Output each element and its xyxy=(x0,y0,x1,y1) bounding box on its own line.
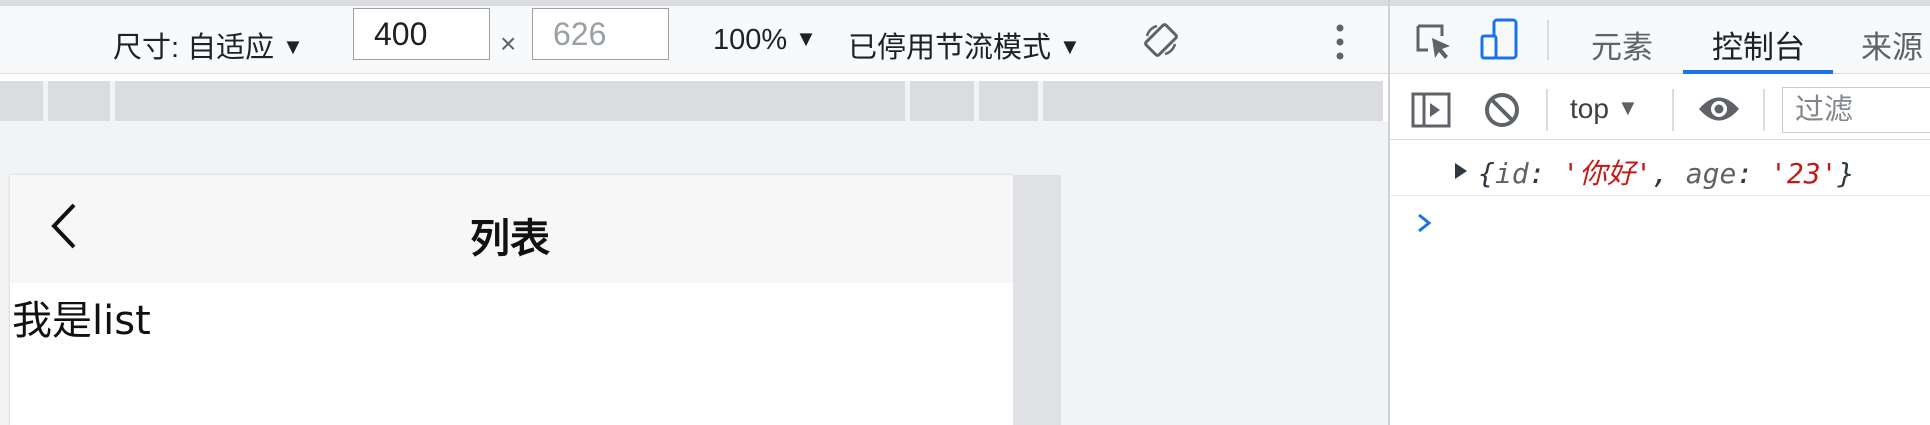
log-brace: { xyxy=(1478,157,1495,190)
zoom-dropdown[interactable]: 100% ▼ xyxy=(713,24,817,57)
width-input[interactable]: 400 xyxy=(353,8,490,60)
context-dropdown[interactable]: top ▼ xyxy=(1570,93,1639,125)
filter-input[interactable]: 过滤 xyxy=(1782,87,1930,133)
ruler-tick xyxy=(905,81,910,121)
height-input[interactable]: 626 xyxy=(532,8,669,60)
zoom-label: 100% xyxy=(713,24,788,56)
media-query-bar[interactable] xyxy=(0,81,1383,121)
more-options-icon[interactable] xyxy=(1332,22,1348,62)
log-string-value: '你好' xyxy=(1562,157,1653,190)
sidebar-toggle-icon[interactable] xyxy=(1411,92,1451,128)
live-expression-eye-icon[interactable] xyxy=(1697,92,1741,126)
dropdown-caret-icon: ▼ xyxy=(795,26,817,51)
log-brace: } xyxy=(1837,157,1855,190)
device-toggle-icon[interactable] xyxy=(1480,18,1520,62)
dropdown-caret-icon: ▼ xyxy=(1616,95,1639,120)
dropdown-caret-icon: ▼ xyxy=(1059,34,1081,59)
back-arrow-icon[interactable] xyxy=(46,200,82,252)
devtools-tabbar xyxy=(1390,0,1930,74)
console-log-object[interactable]: {id: '你好', age: '23'} xyxy=(1478,152,1854,192)
toolbar-divider xyxy=(1547,20,1549,60)
tab-sources[interactable]: 来源 xyxy=(1861,22,1923,67)
toolbar-divider xyxy=(1763,89,1765,131)
toolbar-divider xyxy=(1546,89,1548,131)
ruler-tick xyxy=(974,81,979,121)
throttle-label: 已停用节流模式 xyxy=(848,32,1052,64)
viewport-scrollbar[interactable] xyxy=(1013,175,1061,425)
rotate-icon[interactable] xyxy=(1143,22,1179,58)
log-colon: : xyxy=(1736,157,1771,190)
ruler-tick xyxy=(110,81,115,121)
tab-console[interactable]: 控制台 xyxy=(1712,22,1805,67)
log-colon: : xyxy=(1528,157,1563,190)
dimensions-dropdown[interactable]: 尺寸: 自适应 ▼ xyxy=(113,24,304,66)
tab-elements[interactable]: 元素 xyxy=(1591,22,1653,67)
toolbar-divider xyxy=(1672,89,1674,131)
expand-triangle-icon[interactable] xyxy=(1453,161,1469,186)
clear-console-icon[interactable] xyxy=(1483,91,1521,129)
log-key: age xyxy=(1685,157,1737,190)
context-label: top xyxy=(1570,93,1609,124)
page-title: 列表 xyxy=(470,217,550,261)
dimensions-label: 尺寸: 自适应 xyxy=(113,32,275,64)
ruler-tick xyxy=(43,81,48,121)
page-body-text: 我是list xyxy=(12,298,151,344)
log-key: id xyxy=(1494,157,1529,190)
console-prompt-icon xyxy=(1416,212,1432,239)
throttle-dropdown[interactable]: 已停用节流模式 ▼ xyxy=(848,24,1081,66)
ruler-tick xyxy=(1038,81,1043,121)
log-string-value: '23' xyxy=(1770,157,1838,190)
log-comma: , xyxy=(1652,157,1686,190)
dropdown-caret-icon: ▼ xyxy=(282,34,304,59)
times-symbol: × xyxy=(500,28,517,59)
inspect-element-icon[interactable] xyxy=(1414,22,1454,62)
